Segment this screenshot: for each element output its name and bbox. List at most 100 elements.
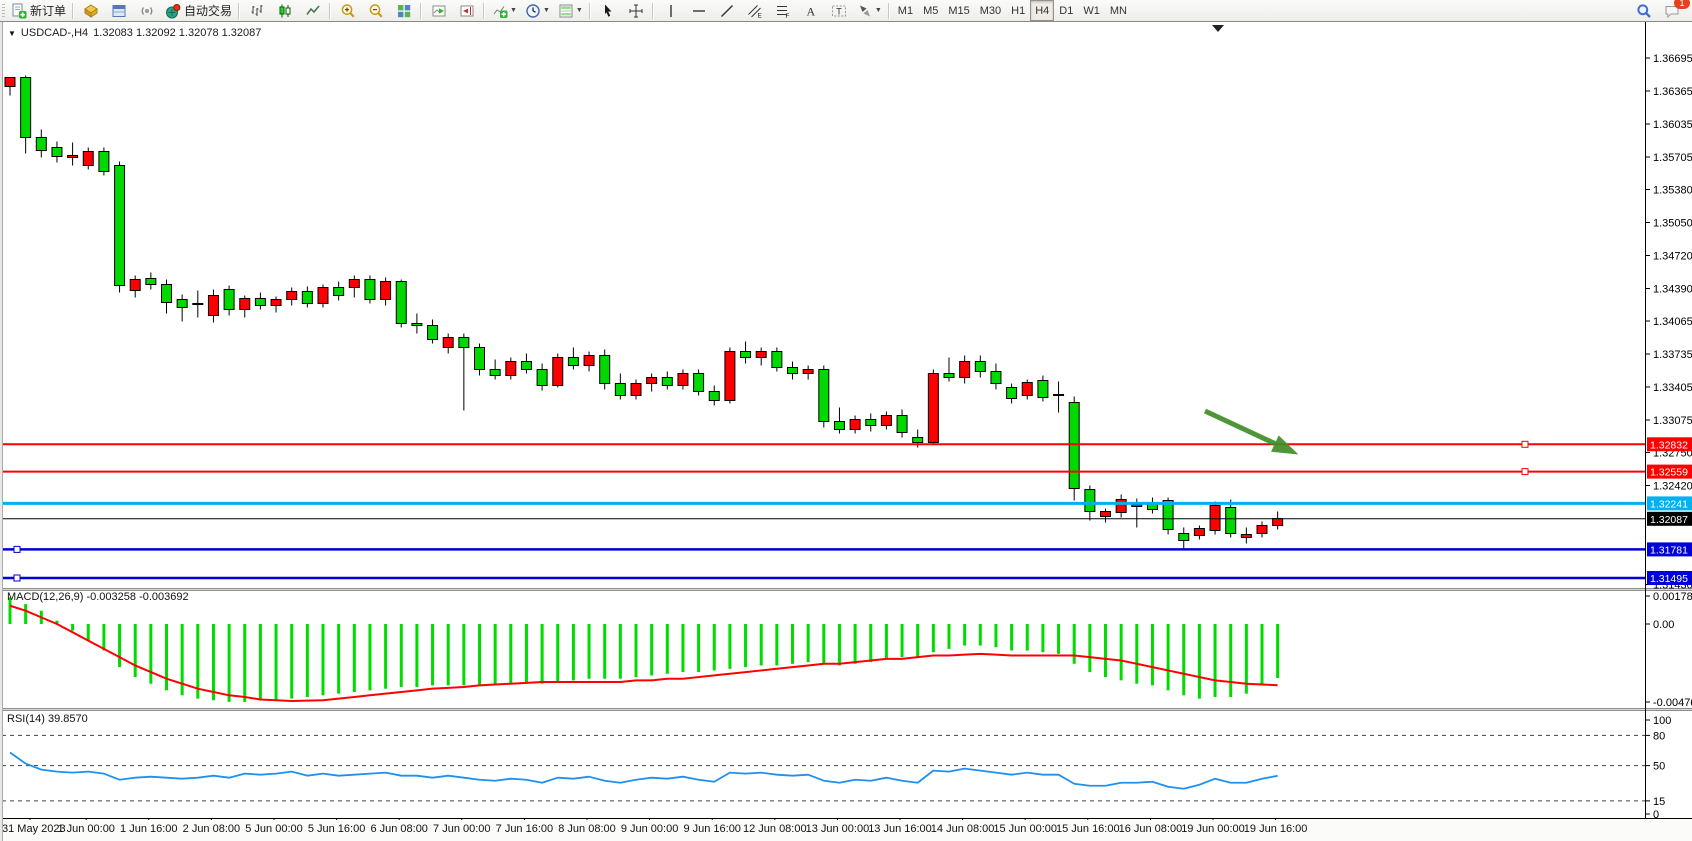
signals-button[interactable] (134, 0, 160, 21)
time-axis-label: 7 Jun 00:00 (433, 823, 491, 835)
bar-chart-button[interactable] (244, 0, 270, 21)
fibonacci-icon: F (775, 3, 791, 19)
market-watch-button[interactable] (106, 0, 132, 21)
svg-text:1.35705: 1.35705 (1653, 152, 1692, 164)
text-label-button[interactable]: T (826, 0, 852, 21)
chevron-down-icon: ▼ (510, 7, 517, 14)
autotrading-button[interactable]: 自动交易 (162, 0, 235, 21)
timeframe-button-h1[interactable]: H1 (1006, 0, 1030, 21)
support-blue-line-1[interactable] (0, 546, 1645, 552)
svg-text:1.34390: 1.34390 (1653, 284, 1692, 296)
toolbar-grip (2, 4, 5, 18)
chart-plot[interactable]: 1.366951.363651.360351.357051.353801.350… (0, 21, 1692, 820)
crosshair-button[interactable] (623, 0, 649, 21)
toolbar-separator (238, 3, 240, 19)
cursor-icon (600, 3, 616, 19)
resistance-line-upper[interactable] (0, 441, 1645, 447)
svg-text:0.001789: 0.001789 (1653, 591, 1692, 603)
time-axis-label: 13 Jun 00:00 (806, 823, 870, 835)
svg-text:-0.004763: -0.004763 (1653, 697, 1692, 709)
time-axis-label: 15 Jun 16:00 (1056, 823, 1120, 835)
macd-axis-labels: 0.001789 0.00 -0.004763 (1645, 591, 1692, 709)
chevron-down-icon: ▼ (875, 7, 882, 14)
vertical-line-icon (663, 3, 679, 19)
svg-text:1.36695: 1.36695 (1653, 53, 1692, 65)
timeframe-button-m1[interactable]: M1 (893, 0, 918, 21)
trend-arrow-annotation[interactable] (1205, 411, 1298, 455)
time-axis-label: 19 Jun 16:00 (1244, 823, 1308, 835)
rsi-indicator-label: RSI(14) 39.8570 (7, 713, 88, 725)
timeframe-button-h4[interactable]: H4 (1030, 0, 1054, 21)
svg-text:1.32559: 1.32559 (1650, 467, 1688, 479)
trendline-icon (719, 3, 735, 19)
gold-cube-icon (83, 3, 99, 19)
templates-button[interactable]: ▼ (555, 0, 586, 21)
chevron-down-icon: ▼ (576, 7, 583, 14)
rsi-panel-separator[interactable] (0, 708, 1692, 711)
indicator-list-button[interactable] (78, 0, 104, 21)
add-indicator-button[interactable]: ▼ (489, 0, 520, 21)
svg-text:1.32420: 1.32420 (1653, 481, 1692, 493)
toolbar-separator (72, 3, 74, 19)
chart-symbol-period: USDCAD-,H4 (21, 27, 88, 39)
autotrading-icon (165, 3, 181, 19)
arrows-icon (857, 3, 873, 19)
svg-text:1.31495: 1.31495 (1650, 573, 1688, 585)
timeframe-button-mn[interactable]: MN (1105, 0, 1132, 21)
timeframe-button-m5[interactable]: M5 (918, 0, 943, 21)
toolbar-separator (589, 3, 591, 19)
support-blue-line-2[interactable] (0, 575, 1645, 581)
chart-ohlc-values: 1.32083 1.32092 1.32078 1.32087 (93, 27, 261, 39)
time-axis-label: 1 Jun 16:00 (120, 823, 178, 835)
cursor-button[interactable] (595, 0, 621, 21)
zoom-in-button[interactable] (335, 0, 361, 21)
svg-text:E: E (757, 12, 762, 19)
timeframe-button-m30[interactable]: M30 (975, 0, 1006, 21)
macd-panel-separator[interactable] (0, 588, 1692, 591)
fibonacci-button[interactable]: F (770, 0, 796, 21)
rsi-line (10, 752, 1278, 788)
time-axis-label: 1 Jun 00:00 (57, 823, 115, 835)
zoom-out-icon (368, 3, 384, 19)
toolbar-separator (483, 3, 485, 19)
new-order-button[interactable]: 新订单 (8, 0, 69, 21)
notifications-button[interactable]: 1 (1659, 0, 1685, 21)
chart-shift-button[interactable] (454, 0, 480, 21)
rsi-level-lines (2, 735, 1645, 801)
resistance-line-lower[interactable] (0, 469, 1645, 475)
equidistant-channel-button[interactable]: E (742, 0, 768, 21)
line-chart-icon (305, 3, 321, 19)
candlestick-chart-button[interactable] (272, 0, 298, 21)
timeframe-button-m15[interactable]: M15 (943, 0, 974, 21)
svg-text:15: 15 (1653, 796, 1665, 808)
tile-windows-icon (396, 3, 412, 19)
time-axis[interactable]: 31 May 20231 Jun 00:001 Jun 16:002 Jun 0… (0, 820, 1692, 841)
text-button[interactable]: A (798, 0, 824, 21)
svg-text:0.00: 0.00 (1653, 619, 1674, 631)
chart-dropdown-arrow[interactable]: ▼ (8, 29, 16, 38)
search-button[interactable] (1631, 0, 1657, 21)
trendline-button[interactable] (714, 0, 740, 21)
chart-shift-marker[interactable] (1212, 25, 1224, 32)
svg-text:1.31781: 1.31781 (1650, 544, 1688, 556)
timeframe-button-w1[interactable]: W1 (1078, 0, 1105, 21)
arrows-button[interactable]: ▼ (854, 0, 885, 21)
macd-indicator-label: MACD(12,26,9) -0.003258 -0.003692 (7, 591, 189, 603)
auto-scroll-button[interactable] (426, 0, 452, 21)
periods-button[interactable]: ▼ (522, 0, 553, 21)
horizontal-line-button[interactable] (686, 0, 712, 21)
toolbar-separator (420, 3, 422, 19)
svg-text:1.34065: 1.34065 (1653, 316, 1692, 328)
window-left-frame (0, 21, 3, 841)
vertical-line-button[interactable] (658, 0, 684, 21)
timeframe-button-d1[interactable]: D1 (1054, 0, 1078, 21)
line-chart-button[interactable] (300, 0, 326, 21)
chart-shift-icon (459, 3, 475, 19)
tile-windows-button[interactable] (391, 0, 417, 21)
macd-signal-line (10, 606, 1278, 701)
zoom-out-button[interactable] (363, 0, 389, 21)
time-axis-label: 15 Jun 00:00 (993, 823, 1057, 835)
template-icon (558, 3, 574, 19)
main-toolbar: 新订单 自动交易 ▼ ▼ ▼ E FAT ▼ M1M5M15M30H1H4D1W1MN 1 (0, 0, 1692, 22)
time-axis-label: 9 Jun 00:00 (621, 823, 679, 835)
